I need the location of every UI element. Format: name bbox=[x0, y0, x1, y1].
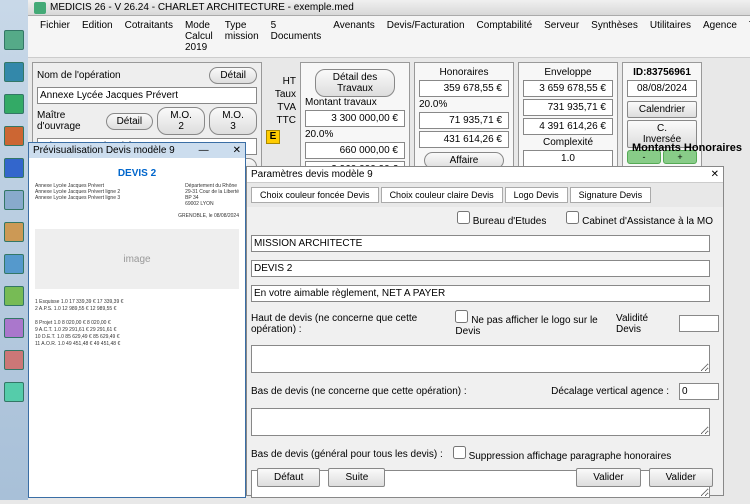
preview-doc: DEVIS 2 Annexe Lycée Jacques PrévertAnne… bbox=[29, 158, 245, 354]
param-window: Paramètres devis modèle 9 ✕ Choix couleu… bbox=[246, 166, 724, 496]
window-titlebar: MEDICIS 26 - V 26.24 - CHARLET ARCHITECT… bbox=[28, 0, 750, 16]
env-complex: 1.0 bbox=[523, 150, 613, 167]
menu-serveur[interactable]: Serveur bbox=[538, 18, 585, 55]
chk-bureau[interactable]: Bureau d'Etudes bbox=[457, 211, 546, 227]
honor-ht: 359 678,55 € bbox=[419, 80, 509, 97]
montants-honoraires-label: Montants Honoraires bbox=[632, 142, 742, 154]
menu-fichier[interactable]: Fichier bbox=[34, 18, 76, 55]
valider-button[interactable]: Valider bbox=[576, 468, 640, 487]
tab-signature[interactable]: Signature Devis bbox=[570, 187, 652, 203]
menu-typemission[interactable]: Type mission bbox=[219, 18, 265, 55]
honor-ttc: 431 614,26 € bbox=[419, 131, 509, 148]
menu-edition[interactable]: Edition bbox=[76, 18, 119, 55]
env-ttc: 4 391 614,26 € bbox=[523, 118, 613, 135]
sidebar-icon[interactable] bbox=[4, 286, 24, 306]
preview-close-icon[interactable]: ✕ bbox=[233, 145, 241, 156]
menu-avenants[interactable]: Avenants bbox=[327, 18, 381, 55]
sidebar-icon[interactable] bbox=[4, 190, 24, 210]
detail-button[interactable]: Détail bbox=[209, 67, 257, 84]
chk-cabinet[interactable]: Cabinet d'Assistance à la MO bbox=[566, 211, 713, 227]
chk-suppression[interactable]: Suppression affichage paragraphe honorai… bbox=[453, 446, 672, 462]
label-nom-operation: Nom de l'opération bbox=[37, 70, 121, 81]
sidebar-icon[interactable] bbox=[4, 222, 24, 242]
e-indicator: E bbox=[266, 130, 280, 144]
env-ht: 3 659 678,55 € bbox=[523, 80, 613, 97]
chk-logo[interactable]: Ne pas afficher le logo sur le Devis bbox=[455, 310, 606, 337]
id-label: ID:83756961 bbox=[627, 67, 697, 78]
suite-button[interactable]: Suite bbox=[328, 468, 385, 487]
menu-cotraitants[interactable]: Cotraitants bbox=[119, 18, 179, 55]
menu-devis[interactable]: Devis/Facturation bbox=[381, 18, 471, 55]
preview-title: Prévisualisation Devis modèle 9 bbox=[33, 145, 175, 156]
detail2-button[interactable]: Détail bbox=[106, 113, 154, 130]
sidebar-icon[interactable] bbox=[4, 350, 24, 370]
app-icon bbox=[34, 2, 46, 14]
param-close-icon[interactable]: ✕ bbox=[711, 169, 719, 180]
menu-utilitaires[interactable]: Utilitaires bbox=[644, 18, 697, 55]
bas-devis1-textarea[interactable] bbox=[251, 408, 710, 436]
reglement-input[interactable] bbox=[251, 285, 710, 302]
window-title: MEDICIS 26 - V 26.24 - CHARLET ARCHITECT… bbox=[50, 2, 354, 13]
preview-minimize-icon[interactable]: — bbox=[199, 145, 209, 156]
haut-devis-textarea[interactable] bbox=[251, 345, 710, 373]
date-field[interactable]: 08/08/2024 bbox=[627, 80, 697, 97]
sidebar-icon[interactable] bbox=[4, 94, 24, 114]
menubar: Fichier Edition Cotraitants Mode Calcul … bbox=[28, 16, 750, 58]
sidebar-icon[interactable] bbox=[4, 158, 24, 178]
param-title: Paramètres devis modèle 9 bbox=[251, 169, 373, 180]
preview-window: Prévisualisation Devis modèle 9 — ✕ DEVI… bbox=[28, 142, 246, 498]
label-mo: Maître d'ouvrage bbox=[37, 110, 102, 132]
mo2-button[interactable]: M.O. 2 bbox=[157, 107, 205, 135]
calendrier-button[interactable]: Calendrier bbox=[627, 101, 697, 118]
validite-input[interactable] bbox=[679, 315, 719, 332]
menu-syntheses[interactable]: Synthèses bbox=[585, 18, 644, 55]
env-tva: 731 935,71 € bbox=[523, 99, 613, 116]
menu-modecalcul[interactable]: Mode Calcul 2019 bbox=[179, 18, 219, 55]
sidebar-icon[interactable] bbox=[4, 382, 24, 402]
operation-input[interactable] bbox=[37, 87, 257, 104]
tab-couleur-foncee[interactable]: Choix couleur foncée Devis bbox=[251, 187, 379, 203]
sidebar-icon[interactable] bbox=[4, 30, 24, 50]
devis-input[interactable] bbox=[251, 260, 710, 277]
mission-input[interactable] bbox=[251, 235, 710, 252]
menu-compta[interactable]: Comptabilité bbox=[471, 18, 539, 55]
travaux-tva: 660 000,00 € bbox=[305, 142, 405, 159]
menu-theme[interactable]: Thème bbox=[743, 18, 750, 55]
honor-tva: 71 935,71 € bbox=[419, 112, 509, 129]
sidebar-icon[interactable] bbox=[4, 62, 24, 82]
menu-agence[interactable]: Agence bbox=[697, 18, 743, 55]
tab-logo[interactable]: Logo Devis bbox=[505, 187, 568, 203]
tab-couleur-claire[interactable]: Choix couleur claire Devis bbox=[381, 187, 503, 203]
valider2-button[interactable]: Valider bbox=[649, 468, 713, 487]
sidebar-icon[interactable] bbox=[4, 318, 24, 338]
mo3-button[interactable]: M.O. 3 bbox=[209, 107, 257, 135]
detail-travaux-button[interactable]: Détail des Travaux bbox=[315, 69, 395, 97]
sidebar-icon[interactable] bbox=[4, 254, 24, 274]
sidebar-icon[interactable] bbox=[4, 126, 24, 146]
travaux-ht: 3 300 000,00 € bbox=[305, 110, 405, 127]
decalage-input[interactable] bbox=[679, 383, 719, 400]
defaut-button[interactable]: Défaut bbox=[257, 468, 320, 487]
menu-documents[interactable]: 5 Documents bbox=[265, 18, 328, 55]
